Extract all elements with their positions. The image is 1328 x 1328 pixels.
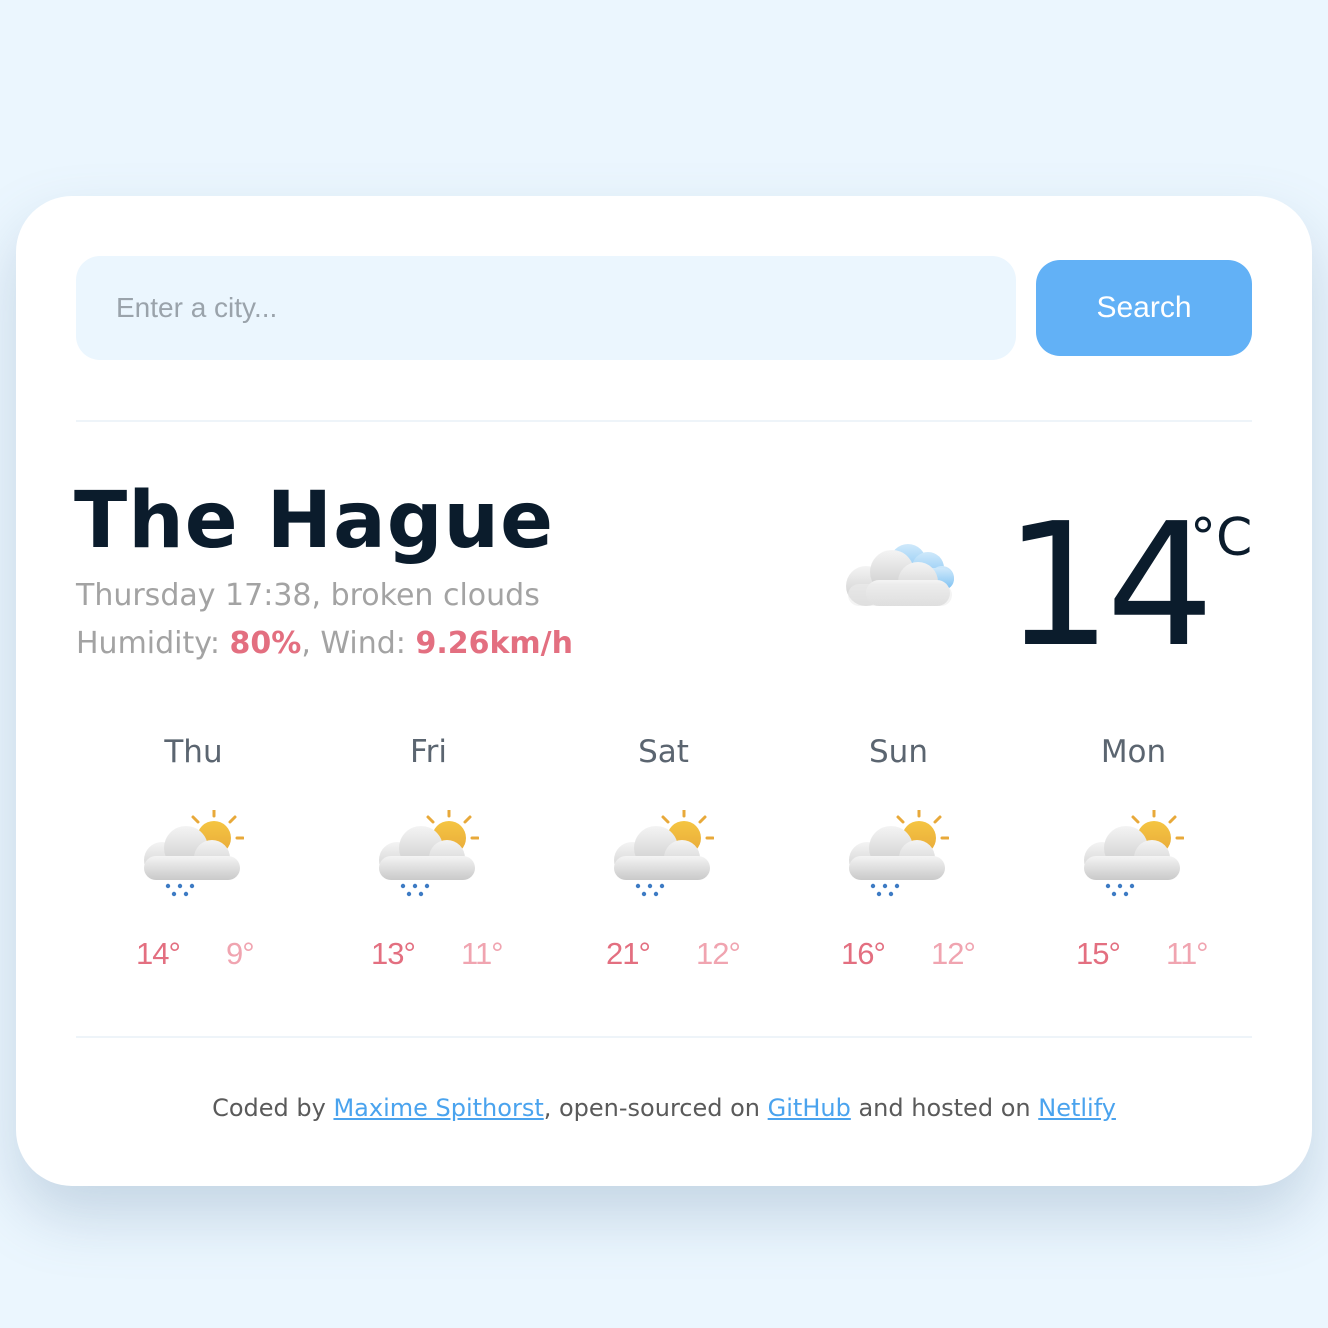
- forecast-max-temp: 16°: [841, 936, 886, 971]
- forecast-max-temp: 15°: [1076, 936, 1121, 971]
- search-button[interactable]: Search: [1036, 260, 1252, 356]
- forecast-min-temp: 11°: [461, 936, 504, 971]
- forecast-day-name: Sun: [869, 734, 928, 770]
- city-search-input[interactable]: [76, 256, 1016, 360]
- sun-cloud-rain-icon: [379, 810, 479, 897]
- netlify-link[interactable]: Netlify: [1038, 1094, 1116, 1122]
- forecast-day-name: Sat: [638, 734, 689, 770]
- forecast-day: Sun 16° 12°: [781, 726, 1016, 986]
- footer: Coded by Maxime Spithorst, open-sourced …: [16, 1094, 1312, 1122]
- author-link[interactable]: Maxime Spithorst: [333, 1094, 543, 1122]
- forecast-max-temp: 13°: [371, 936, 416, 971]
- humidity-label: Humidity:: [76, 626, 220, 661]
- forecast-min-temp: 12°: [696, 936, 741, 971]
- bottom-divider: [76, 1036, 1252, 1038]
- footer-middle2: and hosted on: [858, 1094, 1031, 1122]
- wind-label: Wind:: [320, 626, 406, 661]
- weather-card: Search The Hague Thursday 17:38, broken …: [16, 196, 1312, 1186]
- current-temperature: 14: [1004, 487, 1214, 685]
- forecast-min-temp: 9°: [226, 936, 255, 971]
- sun-cloud-rain-icon: [614, 810, 714, 897]
- broken-clouds-icon: [846, 544, 954, 606]
- github-link[interactable]: GitHub: [768, 1094, 851, 1122]
- forecast-list: Thu 14° 9° Fri 13° 11° Sat 21° 12° Sun 1…: [76, 726, 1252, 986]
- sun-cloud-rain-icon: [144, 810, 244, 897]
- date-description: Thursday 17:38, broken clouds: [76, 578, 540, 613]
- forecast-min-temp: 11°: [1166, 936, 1209, 971]
- forecast-max-temp: 14°: [136, 936, 181, 971]
- forecast-max-temp: 21°: [606, 936, 651, 971]
- humidity-value: 80%: [229, 626, 302, 661]
- footer-middle: , open-sourced on: [543, 1094, 761, 1122]
- forecast-day-name: Mon: [1100, 734, 1167, 770]
- sun-cloud-rain-icon: [1084, 810, 1184, 897]
- forecast-day-name: Thu: [164, 734, 223, 770]
- forecast-day: Thu 14° 9°: [76, 726, 311, 986]
- weather-description: broken clouds: [330, 578, 540, 613]
- sun-cloud-rain-icon: [849, 810, 949, 897]
- humidity-wind: Humidity: 80%, Wind: 9.26km/h: [76, 626, 573, 661]
- footer-prefix: Coded by: [212, 1094, 326, 1122]
- city-name: The Hague: [74, 476, 554, 566]
- forecast-day: Sat 21° 12°: [546, 726, 781, 986]
- forecast-day: Fri 13° 11°: [311, 726, 546, 986]
- wind-value: 9.26km/h: [415, 626, 573, 661]
- forecast-day-name: Fri: [410, 734, 447, 770]
- day-time: Thursday 17:38: [76, 578, 312, 613]
- forecast-min-temp: 12°: [931, 936, 976, 971]
- top-divider: [76, 420, 1252, 422]
- temperature-unit: °C: [1190, 508, 1253, 568]
- search-form: Search: [76, 256, 1252, 360]
- forecast-day: Mon 15° 11°: [1016, 726, 1251, 986]
